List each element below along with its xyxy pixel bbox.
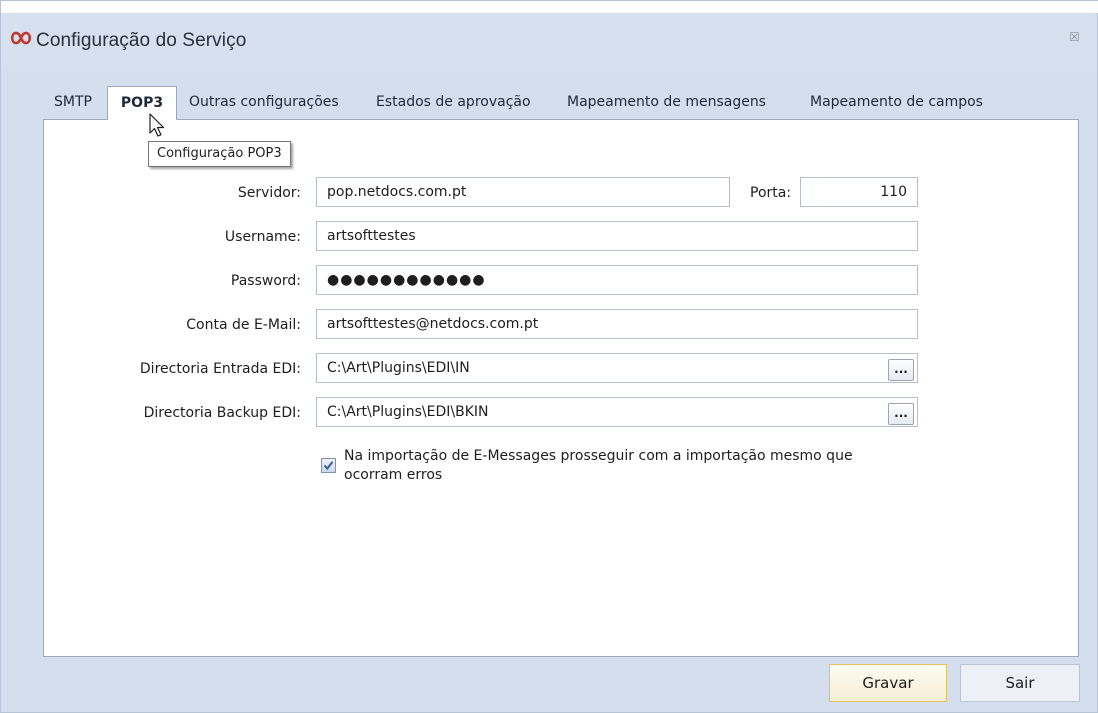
- tab-message-mapping[interactable]: Mapeamento de mensagens: [567, 89, 766, 115]
- username-label: Username:: [224, 229, 301, 245]
- close-icon[interactable]: ☒: [1069, 31, 1081, 43]
- server-input[interactable]: pop.netdocs.com.pt: [316, 177, 730, 207]
- tab-other-settings[interactable]: Outras configurações: [189, 89, 339, 115]
- checkmark-icon: [323, 461, 334, 471]
- edi-input-dir-label: Directoria Entrada EDI:: [139, 361, 301, 377]
- edi-backup-dir-browse-button[interactable]: ...: [888, 403, 914, 425]
- top-strip: [1, 1, 1098, 13]
- pop3-tab-tooltip: Configuração POP3: [148, 141, 291, 167]
- port-input[interactable]: 110: [800, 177, 918, 207]
- tab-approval-states[interactable]: Estados de aprovação: [376, 89, 531, 115]
- port-label: Porta:: [750, 185, 792, 201]
- edi-backup-dir-field[interactable]: C:\Art\Plugins\EDI\BKIN: [316, 397, 918, 427]
- email-account-label: Conta de E-Mail:: [186, 317, 301, 333]
- password-input[interactable]: ●●●●●●●●●●●●: [316, 265, 918, 295]
- username-input[interactable]: artsofttestes: [316, 221, 918, 251]
- server-label: Servidor:: [237, 185, 301, 201]
- edi-backup-dir-label: Directoria Backup EDI:: [143, 405, 301, 421]
- edi-input-dir-browse-button[interactable]: ...: [888, 359, 914, 381]
- email-account-input[interactable]: artsofttestes@netdocs.com.pt: [316, 309, 918, 339]
- infinity-logo-icon: [10, 31, 32, 45]
- continue-on-error-checkbox[interactable]: [321, 458, 336, 473]
- service-config-window: Configuração do Serviço ☒ SMTP POP3 Outr…: [0, 0, 1098, 713]
- continue-on-error-label: Na importação de E-Messages prosseguir c…: [344, 447, 944, 485]
- save-button[interactable]: Gravar: [829, 664, 947, 702]
- tab-smtp[interactable]: SMTP: [54, 89, 92, 115]
- password-label: Password:: [230, 273, 301, 289]
- continue-on-error-label-line1: Na importação de E-Messages prosseguir c…: [344, 448, 853, 464]
- exit-button[interactable]: Sair: [960, 664, 1080, 702]
- continue-on-error-label-line2: ocorram erros: [344, 467, 443, 483]
- tab-field-mapping[interactable]: Mapeamento de campos: [810, 89, 983, 115]
- title-bar: Configuração do Serviço ☒: [1, 13, 1097, 69]
- tab-strip: SMTP POP3 Outras configurações Estados d…: [43, 86, 1083, 120]
- window-title: Configuração do Serviço: [36, 30, 247, 51]
- mouse-pointer-icon: [149, 113, 165, 137]
- edi-input-dir-field[interactable]: C:\Art\Plugins\EDI\IN: [316, 353, 918, 383]
